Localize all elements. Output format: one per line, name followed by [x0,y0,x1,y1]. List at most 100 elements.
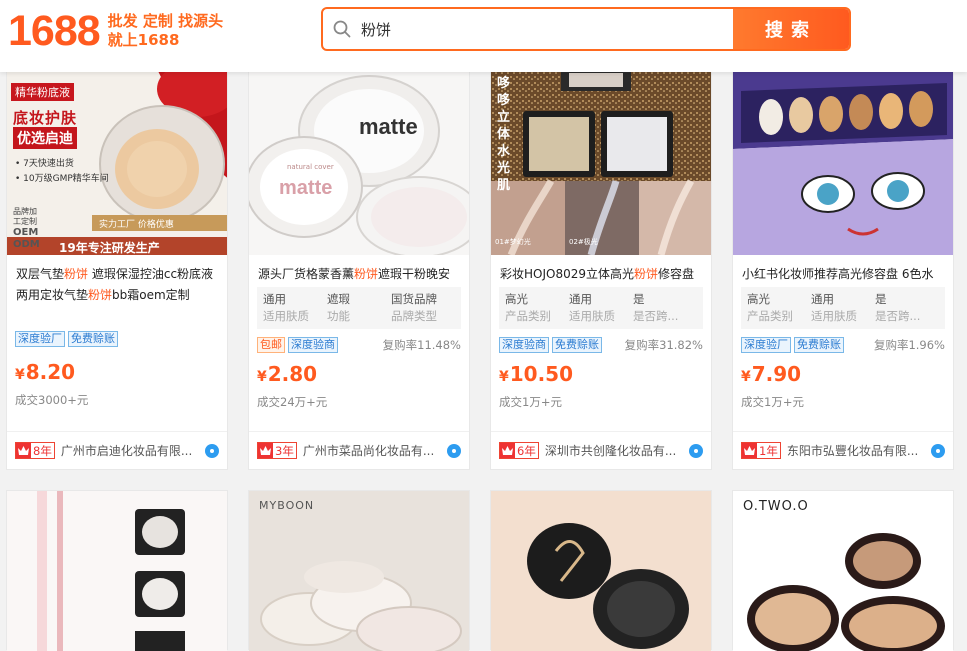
chat-icon[interactable] [205,443,219,458]
sold-amount: 成交24万+元 [257,395,328,409]
chat-icon[interactable] [931,443,945,458]
product-card[interactable] [490,490,712,651]
product-card[interactable]: 哆哆立体水光肌 01#梦幻光 02#极光 彩妆HOJO8029立体高光粉饼修容盘… [490,68,712,470]
service-tag: 免费赊账 [68,331,118,347]
product-image[interactable]: matte matte natural cover [249,69,469,255]
sold-amount: 成交1万+元 [499,395,562,409]
image-odm: ODM [13,239,40,250]
shop-name[interactable]: 深圳市共创隆化妆品有... [545,442,677,459]
product-image[interactable] [491,491,711,651]
product-title[interactable]: 源头厂货格蒙香薰粉饼遮瑕干粉晚安 [249,255,469,285]
product-title[interactable]: 双层气垫粉饼 遮瑕保湿控油cc粉底液两用定妆气垫粉饼bb霜oem定制 [7,255,227,305]
image-brand-text: matte [279,177,333,199]
image-headline-1: 底妆护肤 [13,109,78,127]
logo-slogan: 批发 定制 找源头 就上1688 [108,12,223,50]
shop-name[interactable]: 广州市菜品尚化妆品有... [303,442,435,459]
tag-row: 深度验厂 免费赊账 [15,331,219,347]
product-title[interactable]: 小红书化妆师推荐高光修容盘 6色水 [733,255,953,285]
chat-icon[interactable] [689,443,703,458]
image-vertical-text: 哆哆立体水光肌 [497,76,511,193]
service-tag: 深度验厂 [15,331,65,347]
shop-years-badge: 8年 [15,442,55,459]
attribute: 国货品牌 品牌类型 [391,292,437,323]
product-photo [249,491,469,651]
tag-row: 包邮 深度验商 复购率11.48% [257,337,461,353]
search-button[interactable]: 搜索 [733,9,849,49]
repurchase-rate: 复购率11.48% [382,338,461,352]
image-bullet-2: • 10万级GMP精华车间 [15,174,109,184]
shop-name[interactable]: 东阳市弘豐化妆品有限... [787,442,919,459]
image-oem: OEM [13,227,39,238]
product-card[interactable]: 精华粉底液 底妆护肤 优选启迪 • 7天快速出货 • 10万级GMP精华车间 品… [6,68,228,470]
image-brand-text: O.TWO.O [743,499,809,514]
search-input[interactable] [361,9,733,49]
shop-row[interactable]: 6年 深圳市共创隆化妆品有... [491,431,711,469]
sold-amount: 成交3000+元 [15,393,89,407]
product-image[interactable]: MYBOON [249,491,469,651]
image-brand-text: MYBOON [259,499,315,512]
image-headline-2: 优选启迪 [13,127,77,149]
image-badge: 精华粉底液 [11,83,74,101]
slogan-line-1: 批发 定制 找源头 [107,12,224,30]
crown-icon [742,443,757,458]
attribute-panel: 高光 产品类别 通用 适用肤质 是是否跨... [741,287,945,329]
attribute: 是是否跨... [633,292,679,323]
image-brand-text: matte [359,114,418,139]
tag-row: 深度验商 免费赊账 复购率31.82% [499,337,703,353]
product-card[interactable]: O.TWO.O [732,490,954,651]
attribute: 高光 产品类别 [505,292,551,323]
shop-row[interactable]: 1年 东阳市弘豐化妆品有限... [733,431,953,469]
product-card[interactable] [6,490,228,651]
chat-icon[interactable] [447,443,461,458]
crown-icon [16,443,31,458]
product-photo [249,69,469,255]
image-caption: 01#梦幻光 [495,238,531,246]
attribute-panel: 高光 产品类别 通用 适用肤质 是是否跨... [499,287,703,329]
sold-amount: 成交1万+元 [741,395,804,409]
image-caption: 02#极光 [569,238,598,246]
site-logo[interactable]: 1688 批发 定制 找源头 就上1688 [8,6,223,56]
product-card[interactable]: matte matte natural cover 源头厂货格蒙香薰粉饼遮瑕干粉… [248,68,470,470]
product-photo [733,491,953,651]
attribute-panel: 通用 适用肤质 遮瑕 功能 国货品牌 品牌类型 [257,287,461,329]
image-footer: 19年专注研发生产 [59,241,160,255]
attribute: 高光 产品类别 [747,292,793,323]
image-subtext: natural cover [287,163,334,171]
search-icon [323,9,361,49]
repurchase-rate: 复购率31.82% [624,338,703,352]
crown-icon [258,443,273,458]
product-image[interactable] [733,69,953,255]
slogan-line-2: 就上1688 [107,31,180,49]
price: ¥8.20 [15,360,76,384]
crown-icon [500,443,515,458]
image-bullet-1: • 7天快速出货 [15,159,74,169]
image-bar: 实力工厂 价格优惠 [99,220,174,230]
product-image[interactable]: O.TWO.O [733,491,953,651]
shop-years-badge: 3年 [257,442,297,459]
repurchase-rate: 复购率1.96% [873,338,945,352]
product-title[interactable]: 彩妆HOJO8029立体高光粉饼修容盘 [491,255,711,285]
product-photo [733,69,953,255]
service-tag: 免费赊账 [794,337,844,353]
top-header: 1688 批发 定制 找源头 就上1688 搜索 [0,0,967,72]
product-image[interactable] [7,491,227,651]
product-image[interactable]: 精华粉底液 底妆护肤 优选启迪 • 7天快速出货 • 10万级GMP精华车间 品… [7,69,227,255]
service-tag: 包邮 [257,337,285,353]
logo-text: 1688 [8,6,101,55]
product-card[interactable]: MYBOON [248,490,470,651]
shop-years-badge: 1年 [741,442,781,459]
price: ¥2.80 [257,362,318,386]
attribute: 是是否跨... [875,292,921,323]
attribute: 遮瑕 功能 [327,292,350,323]
product-card[interactable]: 小红书化妆师推荐高光修容盘 6色水 高光 产品类别 通用 适用肤质 是是否跨... … [732,68,954,470]
search-bar: 搜索 [321,7,851,51]
attribute: 通用 适用肤质 [263,292,309,323]
service-tag: 深度验商 [499,337,549,353]
shop-row[interactable]: 8年 广州市启迪化妆品有限... [7,431,227,469]
shop-row[interactable]: 3年 广州市菜品尚化妆品有... [249,431,469,469]
price: ¥10.50 [499,362,574,386]
shop-name[interactable]: 广州市启迪化妆品有限... [61,442,193,459]
price: ¥7.90 [741,362,802,386]
service-tag: 深度验商 [288,337,338,353]
product-image[interactable]: 哆哆立体水光肌 01#梦幻光 02#极光 [491,69,711,255]
